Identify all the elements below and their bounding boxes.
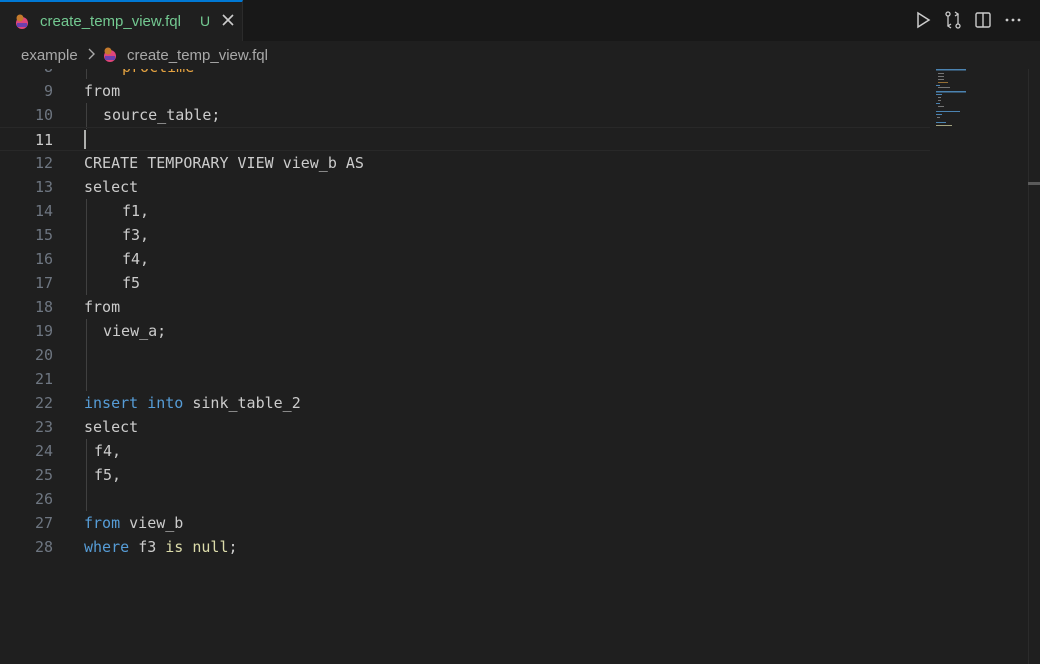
vertical-scrollbar[interactable] bbox=[1028, 69, 1040, 664]
code-line: 27 from view_b bbox=[0, 511, 930, 535]
code-token: view_b bbox=[282, 154, 337, 172]
code-text: from view_b bbox=[84, 511, 183, 535]
line-number: 14 bbox=[34, 202, 53, 220]
code-line: 12 CREATE TEMPORARY VIEW view_b AS bbox=[0, 151, 930, 175]
line-number: 13 bbox=[34, 178, 53, 196]
code-text: f5, bbox=[94, 466, 122, 484]
code-token: VIEW bbox=[237, 154, 274, 172]
line-number: 10 bbox=[34, 106, 53, 124]
more-actions-icon[interactable] bbox=[1003, 10, 1023, 30]
code-line: 23 select bbox=[0, 415, 930, 439]
line-number: 23 bbox=[34, 418, 53, 436]
code-line: 19 view_a; bbox=[0, 319, 930, 343]
code-token: where bbox=[84, 538, 130, 556]
line-number: 12 bbox=[34, 154, 53, 172]
line-number: 17 bbox=[34, 274, 53, 292]
code-text: from bbox=[84, 82, 121, 100]
code-line: 9 from bbox=[0, 79, 930, 103]
code-line: 14 f1, bbox=[0, 199, 930, 223]
code-line: 13 select bbox=[0, 175, 930, 199]
code-line: 16 f4, bbox=[0, 247, 930, 271]
code-line: 17 f5 bbox=[0, 271, 930, 295]
text-cursor bbox=[84, 130, 86, 149]
code-line: 25 f5, bbox=[0, 463, 930, 487]
untracked-status-badge: U bbox=[200, 13, 211, 29]
code-text: f4, bbox=[94, 442, 122, 460]
code-token: TEMPORARY bbox=[147, 154, 229, 172]
code-token: from bbox=[84, 514, 121, 532]
code-token: insert bbox=[84, 394, 139, 412]
code-line-active: 11 bbox=[0, 127, 930, 151]
minimap[interactable] bbox=[930, 69, 1028, 664]
code-line: 24 f4, bbox=[0, 439, 930, 463]
code-line: 10 source_table; bbox=[0, 103, 930, 127]
code-token: into bbox=[147, 394, 184, 412]
line-number: 26 bbox=[34, 490, 53, 508]
breadcrumb-file[interactable]: create_temp_view.fql bbox=[127, 47, 268, 64]
code-line: 15 f3, bbox=[0, 223, 930, 247]
split-editor-icon[interactable] bbox=[973, 10, 993, 30]
code-line: 21 bbox=[0, 367, 930, 391]
fql-file-icon bbox=[16, 14, 28, 29]
code-token: ; bbox=[228, 538, 238, 556]
code-token: proctime bbox=[122, 69, 194, 76]
code-line: 26 bbox=[0, 487, 930, 511]
code-text: f1, bbox=[122, 202, 150, 220]
code-editor[interactable]: 8 proctime 9 from 10 source_table; 11 12… bbox=[0, 69, 1040, 664]
code-line: 28 where f3 is null; bbox=[0, 535, 930, 559]
code-text: f5 bbox=[122, 274, 141, 292]
code-text: select bbox=[84, 418, 139, 436]
code-text: where f3 is null; bbox=[84, 535, 238, 559]
code-token: view_b bbox=[129, 514, 184, 532]
line-number: 28 bbox=[34, 538, 53, 556]
scrollbar-thumb[interactable] bbox=[1028, 182, 1040, 185]
tab-bar: create_temp_view.fql U bbox=[0, 0, 1040, 42]
code-token: f3 bbox=[138, 538, 157, 556]
tab-create-temp-view[interactable]: create_temp_view.fql U bbox=[0, 0, 243, 41]
line-number: 18 bbox=[34, 298, 53, 316]
line-number: 15 bbox=[34, 226, 53, 244]
line-number: 20 bbox=[34, 346, 53, 364]
line-number: 24 bbox=[34, 442, 53, 460]
code-line: 22 insert into sink_table_2 bbox=[0, 391, 930, 415]
line-number: 8 bbox=[0, 69, 53, 79]
code-text: insert into sink_table_2 bbox=[84, 391, 301, 415]
line-number: 19 bbox=[34, 322, 53, 340]
code-text: f3, bbox=[122, 226, 150, 244]
code-token: is null bbox=[165, 538, 229, 556]
line-number: 21 bbox=[34, 370, 53, 388]
line-number: 22 bbox=[34, 394, 53, 412]
code-text: f4, bbox=[122, 250, 150, 268]
code-text: select bbox=[84, 178, 139, 196]
code-line: 18 from bbox=[0, 295, 930, 319]
line-number: 16 bbox=[34, 250, 53, 268]
chevron-right-icon bbox=[88, 48, 95, 60]
code-line: 20 bbox=[0, 343, 930, 367]
code-token: CREATE bbox=[84, 154, 139, 172]
fql-file-icon bbox=[104, 47, 116, 62]
breadcrumb: example create_temp_view.fql bbox=[0, 41, 1040, 69]
line-number: 9 bbox=[43, 82, 53, 100]
code-text: from bbox=[84, 298, 121, 316]
code-text: view_a; bbox=[103, 322, 167, 340]
code-text: CREATE TEMPORARY VIEW view_b AS bbox=[84, 151, 364, 175]
breadcrumb-folder[interactable]: example bbox=[21, 47, 78, 64]
line-number: 25 bbox=[34, 466, 53, 484]
compare-changes-icon[interactable] bbox=[943, 10, 963, 30]
run-icon[interactable] bbox=[913, 10, 933, 30]
code-line: 8 proctime bbox=[0, 69, 930, 79]
line-number: 27 bbox=[34, 514, 53, 532]
code-text: proctime bbox=[122, 69, 194, 79]
line-number: 11 bbox=[34, 131, 53, 149]
close-icon[interactable] bbox=[219, 11, 237, 29]
code-token: AS bbox=[345, 154, 364, 172]
tab-label: create_temp_view.fql bbox=[40, 13, 181, 30]
code-token: sink_table_2 bbox=[192, 394, 301, 412]
code-text: source_table; bbox=[103, 106, 221, 124]
